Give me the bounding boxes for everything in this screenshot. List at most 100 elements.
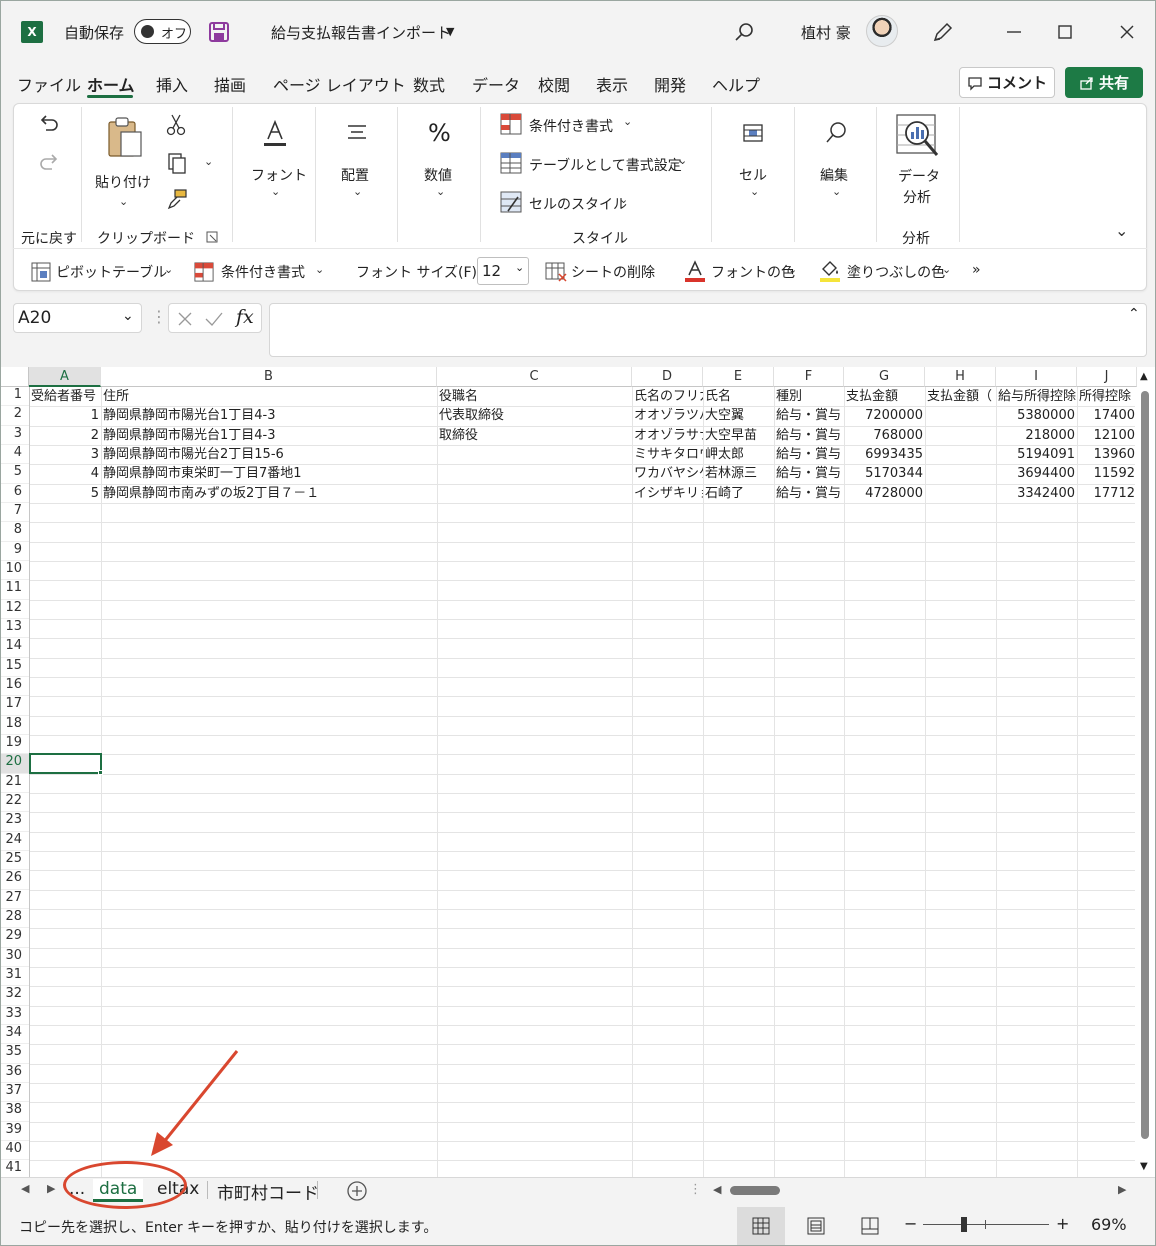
column-header-g[interactable]: G xyxy=(844,367,925,387)
minimize-icon[interactable] xyxy=(1002,20,1026,44)
row-header-29[interactable]: 29 xyxy=(1,928,29,948)
table-cell[interactable]: 3342400 xyxy=(996,484,1077,503)
table-cell[interactable]: 給与・賞与 xyxy=(774,426,844,445)
autosave-toggle[interactable]: オフ xyxy=(134,19,191,44)
table-cell[interactable]: 大空早苗 xyxy=(703,426,774,445)
table-cell[interactable]: 給与・賞与 xyxy=(774,445,844,464)
column-header-h[interactable]: H xyxy=(925,367,996,387)
row-header-33[interactable]: 33 xyxy=(1,1006,29,1025)
tab-file[interactable]: ファイル xyxy=(17,72,81,96)
close-icon[interactable] xyxy=(1115,20,1139,44)
row-header-35[interactable]: 35 xyxy=(1,1044,29,1064)
number-caret-icon[interactable]: ⌄ xyxy=(436,185,445,198)
row-header-14[interactable]: 14 xyxy=(1,638,29,658)
table-cell[interactable]: 3694400 xyxy=(996,464,1077,483)
row-header-5[interactable]: 5 xyxy=(1,464,29,484)
user-name[interactable]: 植村 豪 xyxy=(801,22,851,43)
table-cell[interactable]: 7200000 xyxy=(844,406,925,425)
more-commands-icon[interactable]: » xyxy=(972,262,981,278)
analysis-label-2[interactable]: 分析 xyxy=(903,187,931,207)
table-cell[interactable]: 768000 xyxy=(844,426,925,445)
header-cell[interactable]: 住所 xyxy=(101,387,437,406)
table-cell[interactable]: 11592 xyxy=(1077,464,1137,483)
table-cell[interactable]: 若林源三 xyxy=(703,464,774,483)
page-layout-view-button[interactable] xyxy=(792,1207,840,1245)
font-icon[interactable] xyxy=(261,119,289,149)
row-header-26[interactable]: 26 xyxy=(1,870,29,890)
row-header-36[interactable]: 36 xyxy=(1,1064,29,1083)
tab-developer[interactable]: 開発 xyxy=(654,72,686,96)
row-header-25[interactable]: 25 xyxy=(1,851,29,871)
delete-sheet-icon[interactable] xyxy=(545,262,567,282)
table-cell[interactable]: 給与・賞与 xyxy=(774,464,844,483)
fill-color-label[interactable]: 塗りつぶしの色 xyxy=(847,262,945,282)
row-header-11[interactable]: 11 xyxy=(1,580,29,600)
tab-scroll-left-icon[interactable]: ◀ xyxy=(21,1182,29,1195)
row-header-1[interactable]: 1 xyxy=(1,387,29,407)
row-header-24[interactable]: 24 xyxy=(1,832,29,851)
column-header-a[interactable]: A xyxy=(29,367,101,387)
row-header-38[interactable]: 38 xyxy=(1,1102,29,1122)
title-caret-icon[interactable]: ▼ xyxy=(446,25,454,38)
hscroll-left-icon[interactable]: ◀ xyxy=(713,1183,721,1196)
tab-insert[interactable]: 挿入 xyxy=(156,72,188,96)
row-header-28[interactable]: 28 xyxy=(1,909,29,929)
cond-format-label[interactable]: 条件付き書式 xyxy=(529,116,613,136)
edit-caret-icon[interactable]: ⌄ xyxy=(832,185,841,198)
table-cell[interactable]: 1 xyxy=(29,406,101,425)
add-sheet-icon[interactable] xyxy=(346,1180,368,1202)
row-header-22[interactable]: 22 xyxy=(1,793,29,813)
table-format-label[interactable]: テーブルとして書式設定 xyxy=(529,155,682,175)
table-cell[interactable]: 静岡県静岡市陽光台1丁目4-3 xyxy=(101,406,437,425)
font-color-icon[interactable] xyxy=(684,260,706,284)
number-label[interactable]: 数値 xyxy=(424,165,452,185)
table-cell[interactable]: 大空翼 xyxy=(703,406,774,425)
table-cell[interactable] xyxy=(925,426,996,445)
table-cell[interactable]: 給与・賞与 xyxy=(774,484,844,503)
font-color-caret-icon[interactable]: ⌄ xyxy=(788,263,797,276)
header-cell[interactable]: 氏名のフリガナ xyxy=(632,387,703,406)
avatar[interactable] xyxy=(866,15,898,47)
cell-style-icon[interactable] xyxy=(500,191,522,213)
row-header-40[interactable]: 40 xyxy=(1,1141,29,1161)
table-cell[interactable] xyxy=(925,406,996,425)
copy-caret-icon[interactable]: ⌄ xyxy=(204,155,213,168)
table-cell[interactable]: 3 xyxy=(29,445,101,464)
header-cell[interactable]: 所得控除 xyxy=(1077,387,1137,406)
pivot-caret-icon[interactable]: ⌄ xyxy=(164,263,173,276)
table-cell[interactable]: 静岡県静岡市東栄町一丁目7番地1 xyxy=(101,464,437,483)
row-header-23[interactable]: 23 xyxy=(1,812,29,832)
row-header-34[interactable]: 34 xyxy=(1,1025,29,1045)
table-cell[interactable]: 2 xyxy=(29,426,101,445)
table-cell[interactable]: ミサキタロウ xyxy=(632,445,703,464)
fill-handle[interactable] xyxy=(98,770,103,775)
row-header-6[interactable]: 6 xyxy=(1,484,29,503)
table-cell[interactable] xyxy=(437,484,632,503)
zoom-level[interactable]: 69% xyxy=(1091,1215,1127,1234)
table-cell[interactable]: 6993435 xyxy=(844,445,925,464)
table-cell[interactable]: 岬太郎 xyxy=(703,445,774,464)
table-cell[interactable]: 12100 xyxy=(1077,426,1137,445)
header-cell[interactable]: 氏名 xyxy=(703,387,774,406)
row-header-27[interactable]: 27 xyxy=(1,890,29,909)
page-break-view-button[interactable] xyxy=(846,1207,894,1245)
row-header-3[interactable]: 3 xyxy=(1,426,29,445)
cells-icon[interactable] xyxy=(741,121,765,145)
row-header-30[interactable]: 30 xyxy=(1,948,29,967)
table-cell[interactable]: オオゾラツバサ xyxy=(632,406,703,425)
table-cell[interactable]: 5 xyxy=(29,484,101,503)
table-cell[interactable]: 静岡県静岡市南みずの坂2丁目７－１ xyxy=(101,484,437,503)
horizontal-scroll-thumb[interactable] xyxy=(730,1186,780,1195)
analysis-label-1[interactable]: データ xyxy=(898,166,940,186)
paste-label[interactable]: 貼り付け xyxy=(95,172,151,192)
row-header-8[interactable]: 8 xyxy=(1,522,29,542)
align-caret-icon[interactable]: ⌄ xyxy=(353,185,362,198)
column-header-c[interactable]: C xyxy=(437,367,632,387)
cell-caret-icon[interactable]: ⌄ xyxy=(750,185,759,198)
column-header-d[interactable]: D xyxy=(632,367,703,387)
hscroll-right-icon[interactable]: ▶ xyxy=(1118,1183,1126,1196)
header-cell[interactable]: 支払金額（ xyxy=(925,387,996,406)
qat-cond-format-label[interactable]: 条件付き書式 xyxy=(221,262,305,282)
table-format-icon[interactable] xyxy=(500,152,522,174)
vertical-scroll-thumb[interactable] xyxy=(1141,391,1149,1139)
